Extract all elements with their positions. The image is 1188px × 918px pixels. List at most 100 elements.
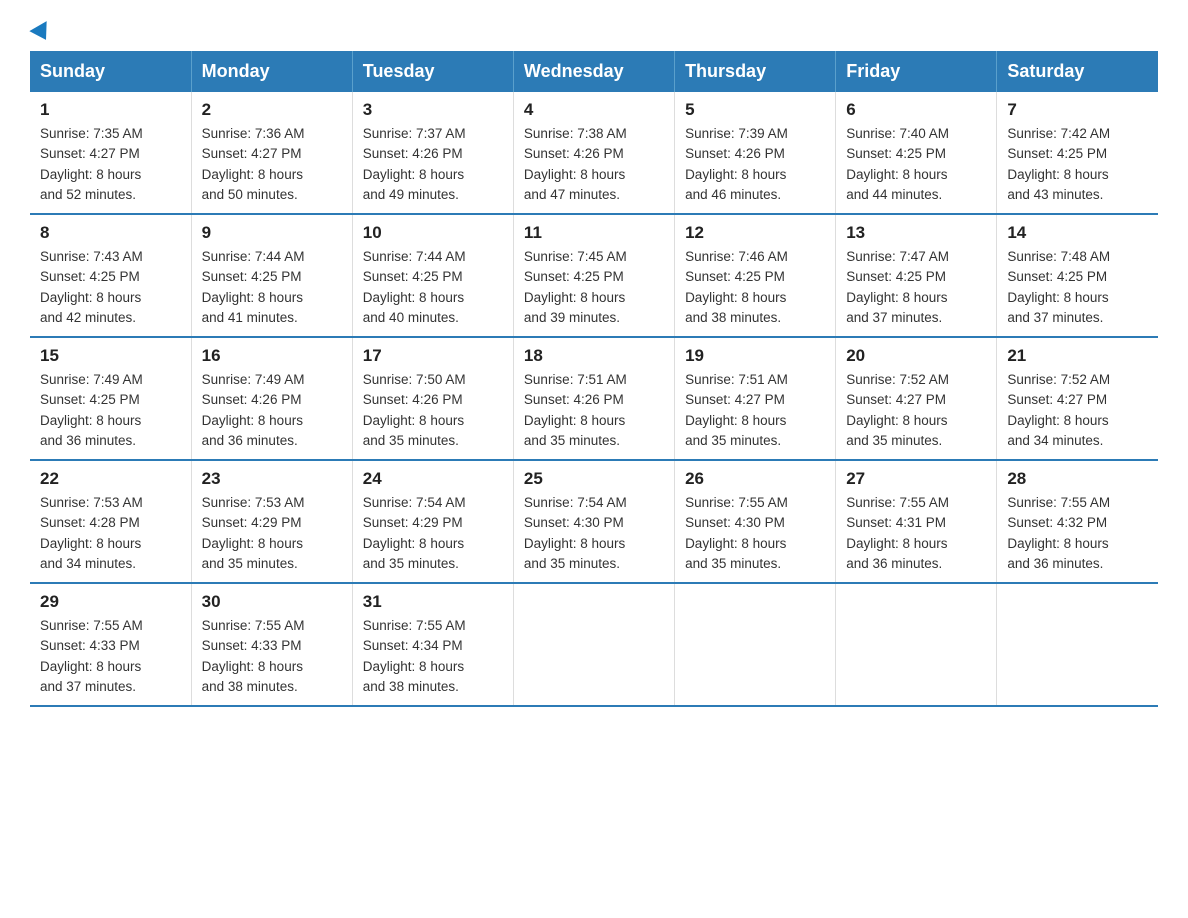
day-header-sunday: Sunday [30,51,191,92]
calendar-cell: 13Sunrise: 7:47 AMSunset: 4:25 PMDayligh… [836,214,997,337]
day-info: Sunrise: 7:51 AMSunset: 4:27 PMDaylight:… [685,370,825,451]
calendar-cell: 16 Sunrise: 7:49 AMSunset: 4:26 PMDayligh… [191,337,352,460]
calendar-cell: 3 Sunrise: 7:37 AMSunset: 4:26 PMDaylight… [352,92,513,214]
day-number: 16 [202,346,342,366]
day-info: Sunrise: 7:38 AMSunset: 4:26 PMDaylight:… [524,124,664,205]
day-number: 25 [524,469,664,489]
calendar-cell [836,583,997,706]
day-number: 15 [40,346,181,366]
calendar-cell: 2 Sunrise: 7:36 AMSunset: 4:27 PMDaylight… [191,92,352,214]
day-number: 20 [846,346,986,366]
day-header-monday: Monday [191,51,352,92]
calendar-cell: 12 Sunrise: 7:46 AMSunset: 4:25 PMDayligh… [675,214,836,337]
day-header-tuesday: Tuesday [352,51,513,92]
calendar-cell: 26 Sunrise: 7:55 AMSunset: 4:30 PMDayligh… [675,460,836,583]
day-info: Sunrise: 7:48 AMSunset: 4:25 PMDaylight:… [1007,247,1148,328]
day-info: Sunrise: 7:52 AMSunset: 4:27 PMDaylight:… [1007,370,1148,451]
day-number: 4 [524,100,664,120]
day-info: Sunrise: 7:55 AMSunset: 4:33 PMDaylight:… [202,616,342,697]
calendar-cell: 29 Sunrise: 7:55 AMSunset: 4:33 PMDayligh… [30,583,191,706]
day-info: Sunrise: 7:55 AMSunset: 4:34 PMDaylight:… [363,616,503,697]
calendar-cell: 11 Sunrise: 7:45 AMSunset: 4:25 PMDayligh… [513,214,674,337]
calendar-cell: 14Sunrise: 7:48 AMSunset: 4:25 PMDayligh… [997,214,1158,337]
calendar-cell: 5Sunrise: 7:39 AMSunset: 4:26 PMDaylight… [675,92,836,214]
day-info: Sunrise: 7:42 AMSunset: 4:25 PMDaylight:… [1007,124,1148,205]
calendar-cell: 6Sunrise: 7:40 AMSunset: 4:25 PMDaylight… [836,92,997,214]
calendar-cell: 19 Sunrise: 7:51 AMSunset: 4:27 PMDayligh… [675,337,836,460]
calendar-cell: 23 Sunrise: 7:53 AMSunset: 4:29 PMDayligh… [191,460,352,583]
day-info: Sunrise: 7:51 AMSunset: 4:26 PMDaylight:… [524,370,664,451]
calendar-header-row: SundayMondayTuesdayWednesdayThursdayFrid… [30,51,1158,92]
calendar-week-5: 29 Sunrise: 7:55 AMSunset: 4:33 PMDayligh… [30,583,1158,706]
day-info: Sunrise: 7:37 AMSunset: 4:26 PMDaylight:… [363,124,503,205]
calendar-cell: 9 Sunrise: 7:44 AMSunset: 4:25 PMDaylight… [191,214,352,337]
day-info: Sunrise: 7:54 AMSunset: 4:30 PMDaylight:… [524,493,664,574]
calendar-cell: 30 Sunrise: 7:55 AMSunset: 4:33 PMDayligh… [191,583,352,706]
day-header-saturday: Saturday [997,51,1158,92]
day-number: 31 [363,592,503,612]
day-info: Sunrise: 7:55 AMSunset: 4:33 PMDaylight:… [40,616,181,697]
day-info: Sunrise: 7:54 AMSunset: 4:29 PMDaylight:… [363,493,503,574]
day-info: Sunrise: 7:49 AMSunset: 4:26 PMDaylight:… [202,370,342,451]
day-number: 30 [202,592,342,612]
calendar-cell: 25 Sunrise: 7:54 AMSunset: 4:30 PMDayligh… [513,460,674,583]
day-number: 8 [40,223,181,243]
calendar-cell: 1 Sunrise: 7:35 AMSunset: 4:27 PMDaylight… [30,92,191,214]
day-info: Sunrise: 7:49 AMSunset: 4:25 PMDaylight:… [40,370,181,451]
day-header-wednesday: Wednesday [513,51,674,92]
day-number: 21 [1007,346,1148,366]
day-info: Sunrise: 7:40 AMSunset: 4:25 PMDaylight:… [846,124,986,205]
day-info: Sunrise: 7:52 AMSunset: 4:27 PMDaylight:… [846,370,986,451]
day-number: 3 [363,100,503,120]
day-info: Sunrise: 7:35 AMSunset: 4:27 PMDaylight:… [40,124,181,205]
day-info: Sunrise: 7:55 AMSunset: 4:32 PMDaylight:… [1007,493,1148,574]
logo [30,20,52,41]
day-header-thursday: Thursday [675,51,836,92]
calendar-cell: 8Sunrise: 7:43 AMSunset: 4:25 PMDaylight… [30,214,191,337]
day-number: 29 [40,592,181,612]
calendar-week-2: 8Sunrise: 7:43 AMSunset: 4:25 PMDaylight… [30,214,1158,337]
day-info: Sunrise: 7:46 AMSunset: 4:25 PMDaylight:… [685,247,825,328]
calendar-cell: 18 Sunrise: 7:51 AMSunset: 4:26 PMDayligh… [513,337,674,460]
calendar-cell: 22 Sunrise: 7:53 AMSunset: 4:28 PMDayligh… [30,460,191,583]
day-number: 9 [202,223,342,243]
day-number: 12 [685,223,825,243]
calendar-cell: 7Sunrise: 7:42 AMSunset: 4:25 PMDaylight… [997,92,1158,214]
logo-triangle-icon [29,21,54,45]
day-number: 22 [40,469,181,489]
day-info: Sunrise: 7:39 AMSunset: 4:26 PMDaylight:… [685,124,825,205]
calendar-cell: 28 Sunrise: 7:55 AMSunset: 4:32 PMDayligh… [997,460,1158,583]
calendar-cell [675,583,836,706]
day-info: Sunrise: 7:50 AMSunset: 4:26 PMDaylight:… [363,370,503,451]
calendar-cell [997,583,1158,706]
day-number: 28 [1007,469,1148,489]
day-number: 23 [202,469,342,489]
day-number: 11 [524,223,664,243]
calendar-cell: 21 Sunrise: 7:52 AMSunset: 4:27 PMDayligh… [997,337,1158,460]
day-number: 1 [40,100,181,120]
day-info: Sunrise: 7:55 AMSunset: 4:30 PMDaylight:… [685,493,825,574]
logo-blue-text [30,25,52,41]
day-info: Sunrise: 7:44 AMSunset: 4:25 PMDaylight:… [202,247,342,328]
day-header-friday: Friday [836,51,997,92]
day-number: 2 [202,100,342,120]
day-info: Sunrise: 7:45 AMSunset: 4:25 PMDaylight:… [524,247,664,328]
calendar-cell: 4 Sunrise: 7:38 AMSunset: 4:26 PMDaylight… [513,92,674,214]
day-number: 17 [363,346,503,366]
day-info: Sunrise: 7:55 AMSunset: 4:31 PMDaylight:… [846,493,986,574]
day-info: Sunrise: 7:36 AMSunset: 4:27 PMDaylight:… [202,124,342,205]
day-number: 18 [524,346,664,366]
calendar-week-1: 1 Sunrise: 7:35 AMSunset: 4:27 PMDaylight… [30,92,1158,214]
calendar-week-4: 22 Sunrise: 7:53 AMSunset: 4:28 PMDayligh… [30,460,1158,583]
calendar-cell: 24Sunrise: 7:54 AMSunset: 4:29 PMDayligh… [352,460,513,583]
calendar-cell: 20 Sunrise: 7:52 AMSunset: 4:27 PMDayligh… [836,337,997,460]
day-number: 27 [846,469,986,489]
calendar-cell [513,583,674,706]
day-number: 26 [685,469,825,489]
calendar-cell: 17 Sunrise: 7:50 AMSunset: 4:26 PMDayligh… [352,337,513,460]
day-info: Sunrise: 7:53 AMSunset: 4:29 PMDaylight:… [202,493,342,574]
day-number: 19 [685,346,825,366]
day-info: Sunrise: 7:47 AMSunset: 4:25 PMDaylight:… [846,247,986,328]
day-info: Sunrise: 7:53 AMSunset: 4:28 PMDaylight:… [40,493,181,574]
day-number: 10 [363,223,503,243]
